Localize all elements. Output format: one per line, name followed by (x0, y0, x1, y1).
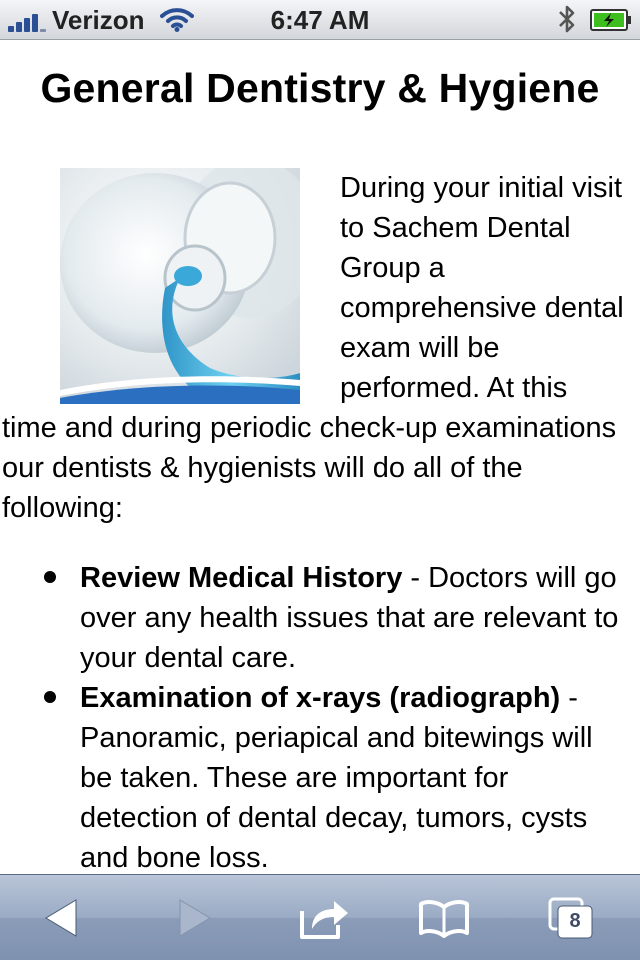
list-item: Examination of x-rays (radiograph) - Pan… (44, 678, 632, 874)
bullet-icon (44, 691, 56, 703)
clock: 6:47 AM (270, 5, 370, 35)
list-item: Review Medical History - Doctors will go… (44, 558, 632, 678)
status-bar: Verizon 6:47 AM (0, 0, 640, 40)
bullet-icon (44, 571, 56, 583)
list-item-term: Review Medical History (80, 562, 403, 594)
bluetooth-icon (559, 5, 575, 33)
article-body: During your initial visit to Sachem Dent… (0, 168, 640, 874)
share-icon[interactable] (298, 895, 352, 941)
browser-toolbar: 8 (0, 874, 640, 960)
exam-procedures-list: Review Medical History - Doctors will go… (0, 558, 640, 874)
list-item-term: Examination of x-rays (radiograph) (80, 682, 561, 714)
page-title: General Dentistry & Hygiene (40, 65, 600, 111)
bookmarks-icon[interactable] (418, 895, 470, 941)
pages-button[interactable]: 8 (546, 895, 596, 941)
back-arrow-icon[interactable] (40, 895, 86, 941)
toothpaste-image (60, 168, 300, 404)
battery-icon (590, 9, 631, 31)
web-page-content[interactable]: General Dentistry & Hygiene During your … (0, 41, 640, 874)
forward-arrow-icon[interactable] (170, 895, 216, 941)
pages-count: 8 (569, 910, 581, 932)
